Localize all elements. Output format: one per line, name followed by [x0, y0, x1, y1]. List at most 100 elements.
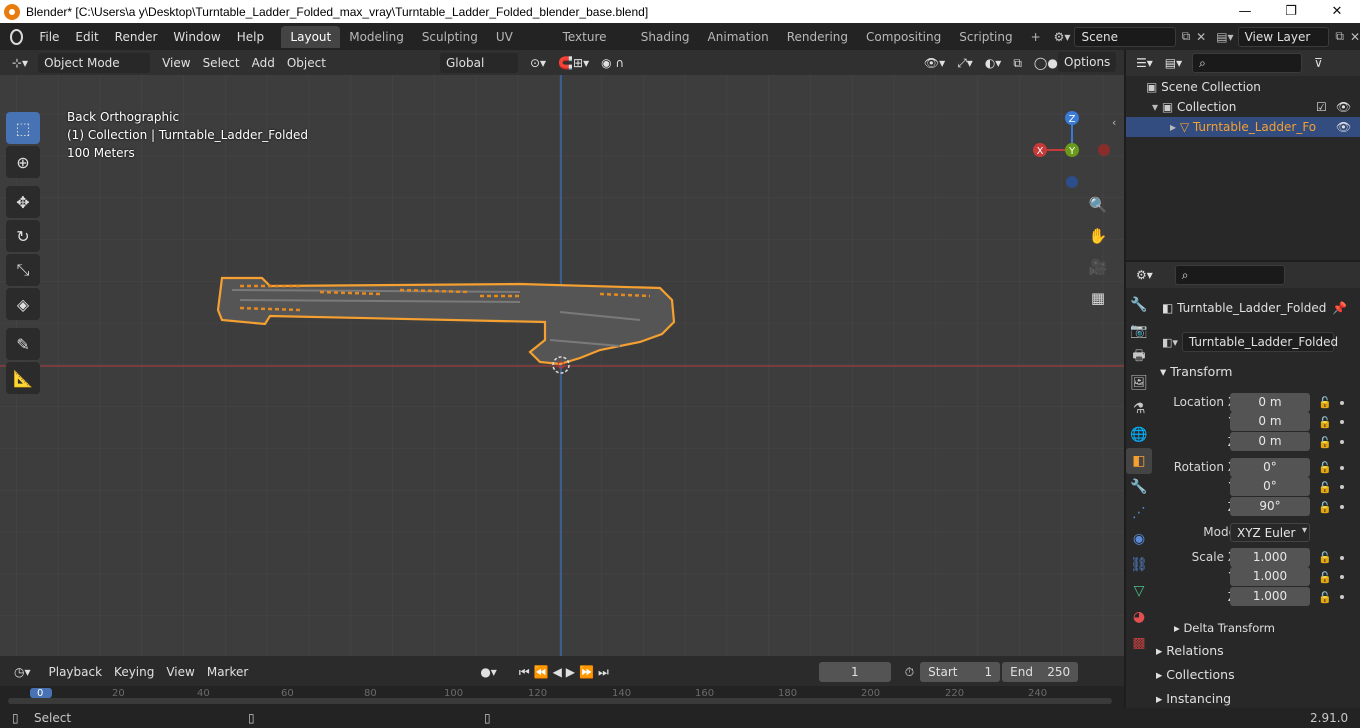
- keyframe-dot[interactable]: [1340, 556, 1344, 560]
- tab-compositing[interactable]: Compositing: [857, 26, 950, 48]
- zoom-icon[interactable]: 🔍: [1085, 192, 1111, 218]
- menu-window[interactable]: Window: [165, 26, 228, 48]
- outliner-type-icon[interactable]: ☰▾: [1130, 53, 1159, 73]
- maximize-button[interactable]: ❐: [1268, 0, 1314, 23]
- scale-z-field[interactable]: 1.000: [1230, 587, 1310, 606]
- scene-icon[interactable]: ⚙▾: [1054, 30, 1071, 44]
- browse-object-icon[interactable]: ◧▾: [1162, 336, 1178, 349]
- measure-icon[interactable]: 📐: [6, 362, 40, 394]
- playback-controls-icon[interactable]: ⏮⏪◀▶⏩⏭: [513, 662, 619, 682]
- rotation-mode-select[interactable]: XYZ Euler: [1230, 523, 1310, 542]
- lock-icon[interactable]: 🔓: [1318, 571, 1332, 584]
- constraints-tab-icon[interactable]: ⛓: [1126, 552, 1152, 578]
- close-button[interactable]: ✕: [1314, 0, 1360, 23]
- properties-type-icon[interactable]: ⚙▾: [1130, 265, 1159, 285]
- menu-edit[interactable]: Edit: [67, 26, 106, 48]
- object-row[interactable]: ▸ ▽ Turntable_Ladder_Fo 👁: [1126, 117, 1360, 137]
- texture-tab-icon[interactable]: ▩: [1126, 630, 1152, 656]
- view-layer-selector[interactable]: View Layer: [1237, 26, 1330, 47]
- keyframe-dot[interactable]: [1340, 505, 1344, 509]
- location-y-field[interactable]: 0 m: [1230, 412, 1310, 431]
- transform-panel-header[interactable]: ▾ Transform: [1160, 361, 1360, 383]
- delete-view-layer-icon[interactable]: ✕: [1350, 30, 1360, 44]
- scale-x-field[interactable]: 1.000: [1230, 548, 1310, 567]
- overlay-toggle-icon[interactable]: ◐▾: [979, 53, 1008, 73]
- keyframe-dot[interactable]: [1340, 401, 1344, 405]
- filter-icon[interactable]: ⊽: [1308, 53, 1329, 73]
- keyframe-dot[interactable]: [1340, 575, 1344, 579]
- instancing-panel[interactable]: ▸ Instancing: [1156, 688, 1360, 708]
- options-dropdown[interactable]: Options: [1058, 52, 1117, 72]
- menu-keying[interactable]: Keying: [108, 662, 160, 682]
- relations-panel[interactable]: ▸ Relations: [1156, 640, 1360, 662]
- modifier-tab-icon[interactable]: 🔧: [1126, 474, 1152, 500]
- object-name-row[interactable]: ◧ Turntable_Ladder_Folded 📌: [1162, 298, 1352, 318]
- start-frame-field[interactable]: Start 1: [920, 662, 1001, 682]
- lock-icon[interactable]: 🔓: [1318, 551, 1332, 564]
- tool-tab-icon[interactable]: 🔧: [1126, 292, 1152, 318]
- particles-tab-icon[interactable]: ⋰: [1126, 500, 1152, 526]
- location-x-field[interactable]: 0 m: [1230, 393, 1310, 412]
- cursor-icon[interactable]: ⊕: [6, 146, 40, 178]
- menu-help[interactable]: Help: [229, 26, 272, 48]
- scene-collection-row[interactable]: ▣ Scene Collection: [1126, 77, 1360, 97]
- timeline-editor-type-icon[interactable]: ◷▾: [8, 662, 37, 682]
- keyframe-dot[interactable]: [1340, 595, 1344, 599]
- lock-icon[interactable]: 🔓: [1318, 481, 1332, 494]
- material-tab-icon[interactable]: ◕: [1126, 604, 1152, 630]
- sidebar-toggle-icon[interactable]: ‹: [1112, 116, 1116, 129]
- scene-tab-icon[interactable]: ⚗: [1126, 396, 1152, 422]
- keyframe-dot[interactable]: [1340, 485, 1344, 489]
- scale-icon[interactable]: ⤡: [6, 254, 40, 286]
- transform-icon[interactable]: ◈: [6, 288, 40, 320]
- gizmo-toggle-icon[interactable]: ⤢▾: [951, 53, 979, 73]
- display-mode-icon[interactable]: ▤▾: [1159, 53, 1188, 73]
- pan-hand-icon[interactable]: ✋: [1085, 223, 1111, 249]
- lock-icon[interactable]: 🔓: [1318, 461, 1332, 474]
- location-z-field[interactable]: 0 m: [1230, 432, 1310, 451]
- xray-icon[interactable]: ⧉: [1007, 53, 1028, 73]
- world-tab-icon[interactable]: 🌐: [1126, 422, 1152, 448]
- snap-icon[interactable]: 🧲⊞▾: [552, 53, 595, 73]
- properties-search-input[interactable]: ⌕: [1174, 265, 1285, 285]
- tab-layout[interactable]: Layout: [281, 25, 341, 48]
- tab-texture-paint[interactable]: Texture Paint: [554, 26, 632, 66]
- physics-tab-icon[interactable]: ◉: [1126, 526, 1152, 552]
- view-layer-icon[interactable]: ▤▾: [1216, 30, 1233, 44]
- delete-scene-icon[interactable]: ✕: [1196, 30, 1206, 44]
- annotate-icon[interactable]: ✎: [6, 328, 40, 360]
- scale-y-field[interactable]: 1.000: [1230, 567, 1310, 586]
- navigation-gizmo[interactable]: Z X Y: [1026, 110, 1116, 190]
- add-workspace-icon[interactable]: +: [1022, 26, 1050, 48]
- data-tab-icon[interactable]: ▽: [1126, 578, 1152, 604]
- tab-rendering[interactable]: Rendering: [778, 26, 857, 48]
- object-name-field[interactable]: Turntable_Ladder_Folded: [1181, 332, 1338, 352]
- minimize-button[interactable]: —: [1222, 0, 1268, 23]
- tab-shading[interactable]: Shading: [632, 26, 699, 48]
- blender-menu-icon[interactable]: [10, 28, 24, 45]
- visibility-eye-icon[interactable]: 👁: [1336, 117, 1351, 137]
- orientation-selector[interactable]: Global: [440, 53, 518, 73]
- lock-icon[interactable]: 🔓: [1318, 591, 1332, 604]
- end-frame-field[interactable]: End 250: [1002, 662, 1079, 682]
- rotate-icon[interactable]: ↻: [6, 220, 40, 252]
- current-frame-field[interactable]: 1: [818, 662, 891, 682]
- select-box-icon[interactable]: ⬚: [6, 112, 40, 144]
- lock-icon[interactable]: 🔓: [1318, 396, 1332, 409]
- tab-uv-editing[interactable]: UV Editing: [487, 26, 554, 66]
- output-tab-icon[interactable]: 🖶: [1126, 344, 1152, 370]
- new-scene-icon[interactable]: ⧉: [1182, 29, 1191, 44]
- menu-playback[interactable]: Playback: [43, 662, 109, 682]
- menu-marker[interactable]: Marker: [201, 662, 254, 682]
- exclude-checkbox[interactable]: ☑: [1316, 97, 1327, 117]
- move-icon[interactable]: ✥: [6, 186, 40, 218]
- outliner-search-input[interactable]: ⌕: [1192, 53, 1303, 73]
- lock-icon[interactable]: 🔓: [1318, 501, 1332, 514]
- menu-timeline-view[interactable]: View: [160, 662, 200, 682]
- record-icon[interactable]: ●▾: [474, 662, 503, 682]
- menu-view[interactable]: View: [156, 53, 196, 73]
- pin-icon[interactable]: 📌: [1332, 298, 1347, 318]
- view-layer-tab-icon[interactable]: 🖼: [1126, 370, 1152, 396]
- 3d-viewport[interactable]: ⊹▾ Object Mode View Select Add Object 👁▾…: [0, 50, 1124, 656]
- scene-selector[interactable]: Scene: [1074, 26, 1176, 47]
